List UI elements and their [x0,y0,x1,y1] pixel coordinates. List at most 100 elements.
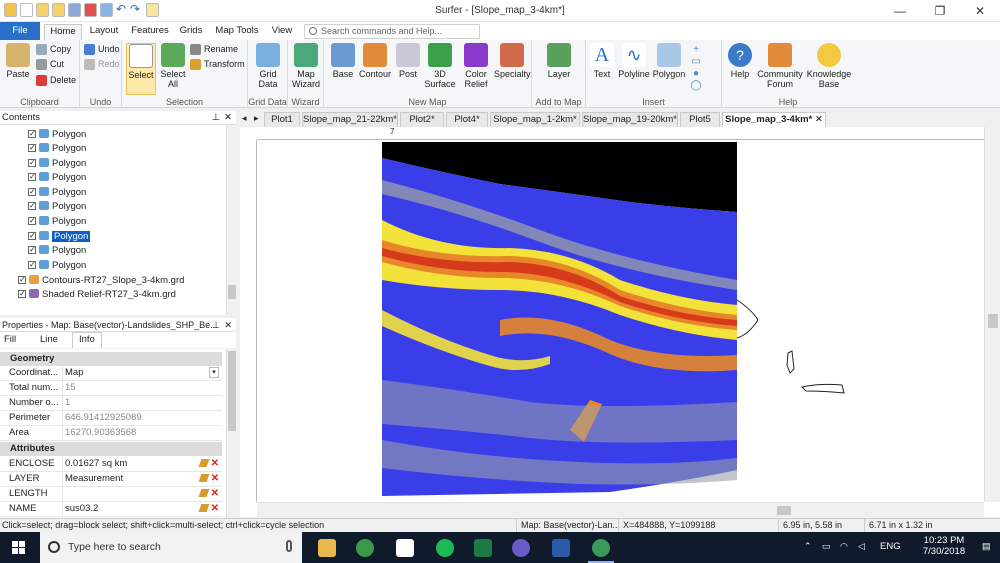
attribute-value[interactable]: Measurement [62,472,220,487]
visibility-checkbox[interactable] [28,170,36,184]
polygon-shape[interactable] [801,383,845,394]
tree-item-contours-layer[interactable]: Contours-RT27_Slope_3-4km.grd [18,273,184,288]
visibility-checkbox[interactable] [18,287,26,301]
post-button[interactable]: Post [394,43,422,79]
notepad-icon[interactable] [396,539,414,557]
visibility-checkbox[interactable] [28,156,36,170]
visibility-checkbox[interactable] [28,141,36,155]
map-wizard-button[interactable]: Map Wizard [290,43,322,89]
chevron-up-icon[interactable]: ⌃ [804,541,812,552]
close-tab-icon[interactable]: ✕ [815,114,823,125]
taskbar-search-input[interactable]: Type here to search [40,532,302,563]
cut-button[interactable]: Cut [36,58,64,70]
tree-item-polygon[interactable]: Polygon [28,199,86,214]
polygon-shape[interactable] [786,350,795,374]
microphone-icon[interactable] [286,540,292,552]
tab-plot1[interactable]: Plot1 [264,112,300,127]
polygon-outline[interactable] [736,299,759,339]
scroll-thumb[interactable] [228,285,236,299]
scroll-thumb[interactable] [988,314,998,328]
chevron-down-icon[interactable]: ▾ [209,367,219,378]
tree-item-polygon[interactable]: Polygon [28,214,86,229]
tab-info[interactable]: Info [72,332,102,348]
scroll-thumb[interactable] [777,506,791,515]
measurement-polygons[interactable] [780,345,850,400]
clock[interactable]: 10:23 PM 7/30/2018 [914,535,974,557]
tree-item-polygon[interactable]: Polygon [28,185,86,200]
attribute-value[interactable]: 0.01627 sq km [62,457,220,472]
copy-button[interactable]: Copy [36,43,71,55]
attribute-value[interactable] [62,487,220,502]
base-button[interactable]: Base [328,43,358,79]
notifications-icon[interactable]: ▤ [982,541,991,552]
polygon-button[interactable]: Polygon [652,43,686,79]
delete-button[interactable]: Delete [36,74,76,86]
language-indicator[interactable]: ENG [880,541,901,552]
scroll-thumb[interactable] [228,351,236,431]
volume-icon[interactable]: ◁ [858,541,865,552]
pin-icon[interactable]: ⊥ [212,318,220,332]
redo-button[interactable]: Redo [84,58,120,70]
insert-shapes-icon[interactable]: + ▭ ● ◯ [690,44,702,92]
text-button[interactable]: A Text [590,43,614,79]
help-button[interactable]: ? Help [726,43,754,79]
tab-view[interactable]: View [268,24,296,40]
knowledge-base-button[interactable]: Knowledge Base [806,43,852,89]
network-icon[interactable]: ▭ [822,541,831,552]
word-icon[interactable] [552,539,570,557]
tab-map-tools[interactable]: Map Tools [212,24,262,40]
wifi-icon[interactable]: ◠ [840,541,848,552]
attribute-value[interactable]: sus03.2 [62,502,220,517]
tab-slope-map-21-22km[interactable]: Slope_map_21-22km* [302,112,398,127]
tree-item-polygon[interactable]: Polygon [28,156,86,171]
spotify-icon[interactable] [436,539,454,557]
close-panel-icon[interactable]: ✕ [224,318,232,332]
restore-button[interactable]: ❐ [920,0,960,22]
select-button[interactable]: Select [126,43,156,95]
delete-icon[interactable]: ✕ [211,457,219,471]
rename-button[interactable]: Rename [190,43,238,55]
slope-map-image[interactable] [380,140,762,502]
tab-plot2[interactable]: Plot2* [400,112,444,127]
grid-data-button[interactable]: Grid Data [252,43,284,89]
tab-line[interactable]: Line [40,334,58,345]
attributes-section[interactable]: Attributes [0,442,222,456]
plot-hscrollbar[interactable] [257,502,984,517]
windows-start-icon[interactable] [12,541,26,555]
visibility-checkbox[interactable] [28,199,36,213]
tabs-left-arrow[interactable]: ◂ [242,113,247,124]
transform-button[interactable]: Transform [190,58,245,70]
tree-item-polygon[interactable]: Polygon [28,258,86,273]
tree-item-polygon[interactable]: Polygon [28,127,86,142]
tab-features[interactable]: Features [128,24,172,40]
plot-vscrollbar[interactable] [984,127,1000,502]
tab-plot5[interactable]: Plot5 [680,112,720,127]
specialty-button[interactable]: Specialty [494,43,531,79]
properties-scrollbar[interactable] [226,349,236,518]
close-panel-icon[interactable]: ✕ [224,111,232,125]
tab-file[interactable]: File [0,22,40,40]
delete-icon[interactable]: ✕ [211,472,219,486]
layer-button[interactable]: Layer [542,43,576,79]
search-input[interactable]: Search commands and Help... [304,24,480,39]
paste-button[interactable]: Paste [4,43,32,79]
excel-icon[interactable] [474,539,492,557]
color-relief-button[interactable]: Color Relief [460,43,492,89]
tab-slope-map-3-4km[interactable]: Slope_map_3-4km* ✕ [722,112,826,127]
undo-button[interactable]: Undo [84,43,120,55]
geometry-section[interactable]: Geometry [0,352,222,366]
delete-icon[interactable]: ✕ [211,502,219,516]
visibility-checkbox[interactable] [18,273,26,287]
file-explorer-icon[interactable] [318,539,336,557]
delete-icon[interactable]: ✕ [211,487,219,501]
minimize-button[interactable]: — [880,0,920,22]
tabs-right-arrow[interactable]: ▸ [254,113,259,124]
visibility-checkbox[interactable] [28,214,36,228]
tree-item-polygon[interactable]: Polygon [28,243,86,258]
tree-item-polygon-selected[interactable]: Polygon [28,229,91,244]
tab-layout[interactable]: Layout [86,24,122,40]
tab-grids[interactable]: Grids [176,24,206,40]
community-forum-button[interactable]: Community Forum [754,43,806,89]
tab-fill[interactable]: Fill [4,334,16,345]
tab-slope-map-19-20km[interactable]: Slope_map_19-20km* [582,112,678,127]
